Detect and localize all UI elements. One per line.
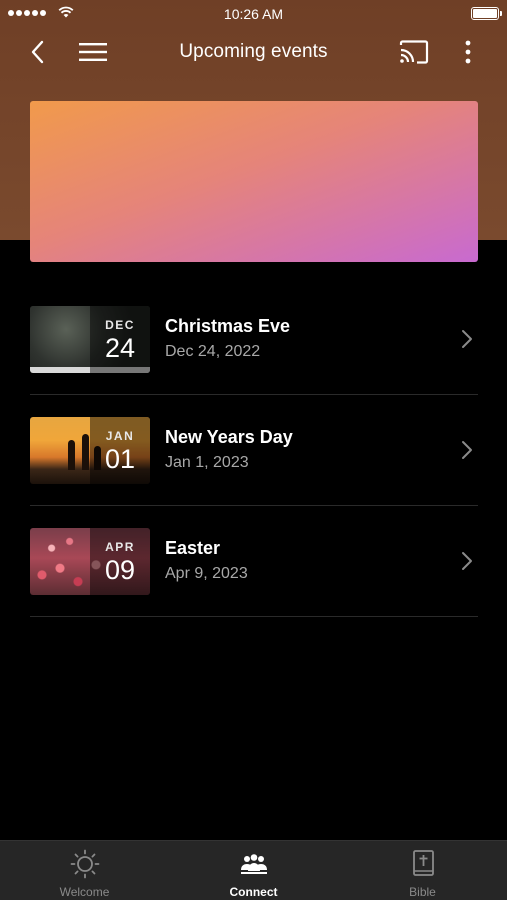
event-title: Easter xyxy=(165,538,221,558)
bottom-tab-bar: Welcome Connect Bible xyxy=(0,840,507,900)
event-day: 09 xyxy=(104,555,136,585)
chevron-right-icon xyxy=(462,552,472,570)
status-bar: 10:26 AM xyxy=(0,0,507,28)
event-thumbnail: JAN 01 xyxy=(30,417,150,484)
tab-welcome[interactable]: Welcome xyxy=(0,841,169,900)
battery-icon xyxy=(471,7,502,20)
event-title: Christmas Eve xyxy=(165,316,291,336)
tab-bible[interactable]: Bible xyxy=(338,841,507,900)
tab-label: Connect xyxy=(229,885,278,899)
tab-connect[interactable]: Connect xyxy=(169,841,338,900)
sun-icon xyxy=(69,849,101,879)
chevron-right-icon xyxy=(462,441,472,459)
event-title: New Years Day xyxy=(165,427,293,447)
event-list: DEC 24 Christmas Eve Dec 24, 2022 JAN 01… xyxy=(30,284,478,617)
event-month: APR xyxy=(105,540,135,554)
event-day: 01 xyxy=(104,444,136,474)
cast-icon xyxy=(399,40,429,64)
tab-label: Bible xyxy=(409,885,436,899)
navigation-bar: Upcoming events xyxy=(0,28,507,76)
event-row-christmas-eve[interactable]: DEC 24 Christmas Eve Dec 24, 2022 xyxy=(30,284,478,395)
tab-label: Welcome xyxy=(59,885,110,899)
status-time: 10:26 AM xyxy=(223,6,284,22)
event-row-easter[interactable]: APR 09 Easter Apr 9, 2023 xyxy=(30,506,478,617)
event-row-new-years-day[interactable]: JAN 01 New Years Day Jan 1, 2023 xyxy=(30,395,478,506)
event-month: DEC xyxy=(105,318,135,332)
event-thumbnail: APR 09 xyxy=(30,528,150,595)
people-icon xyxy=(238,849,270,879)
chevron-right-icon xyxy=(462,330,472,348)
event-date: Jan 1, 2023 xyxy=(165,454,249,471)
event-thumbnail: DEC 24 xyxy=(30,306,150,373)
more-options-button[interactable] xyxy=(452,36,484,68)
bible-icon xyxy=(407,849,439,879)
event-date: Dec 24, 2022 xyxy=(165,343,261,360)
event-day: 24 xyxy=(104,333,136,363)
cast-button[interactable] xyxy=(398,36,430,68)
page-title: Upcoming events xyxy=(179,41,328,62)
more-vertical-icon xyxy=(465,40,471,64)
event-month: JAN xyxy=(105,429,135,443)
event-date: Apr 9, 2023 xyxy=(165,565,248,582)
hero-banner xyxy=(30,101,478,262)
